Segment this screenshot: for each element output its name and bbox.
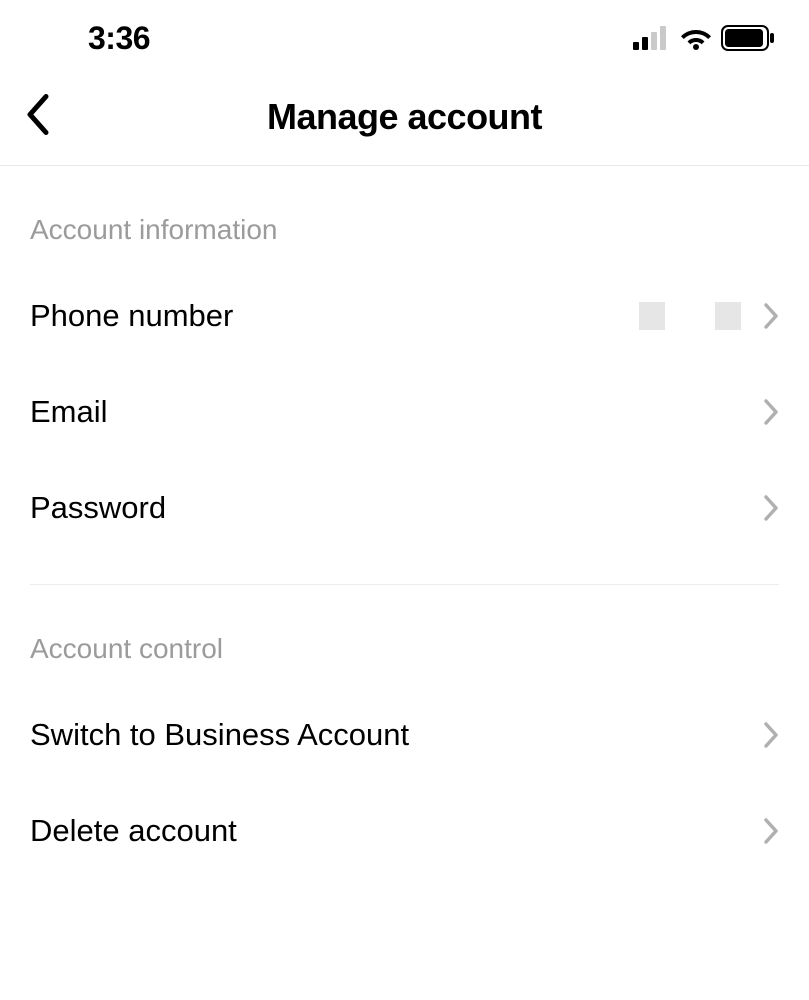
row-right (639, 302, 779, 330)
row-switch-business-account[interactable]: Switch to Business Account (30, 687, 779, 783)
row-label-password: Password (30, 490, 166, 526)
cellular-signal-icon (633, 26, 671, 50)
redact-block (715, 302, 741, 330)
row-right (763, 817, 779, 845)
chevron-left-icon (24, 92, 54, 136)
row-delete-account[interactable]: Delete account (30, 783, 779, 879)
row-right (763, 398, 779, 426)
chevron-right-icon (763, 494, 779, 522)
back-button[interactable] (24, 92, 54, 141)
row-label-delete-account: Delete account (30, 813, 237, 849)
page-title: Manage account (267, 96, 542, 138)
row-label-switch-business: Switch to Business Account (30, 717, 409, 753)
section-account-information: Account information Phone number Email P… (0, 166, 809, 585)
redacted-value (639, 302, 741, 330)
redact-block (639, 302, 665, 330)
row-right (763, 494, 779, 522)
status-icons (633, 25, 775, 51)
wifi-icon (679, 26, 713, 50)
row-email[interactable]: Email (30, 364, 779, 460)
row-password[interactable]: Password (30, 460, 779, 556)
chevron-right-icon (763, 817, 779, 845)
nav-header: Manage account (0, 68, 809, 166)
chevron-right-icon (763, 721, 779, 749)
row-label-email: Email (30, 394, 108, 430)
section-header-account-information: Account information (30, 166, 779, 268)
section-account-control: Account control Switch to Business Accou… (0, 585, 809, 879)
section-header-account-control: Account control (30, 585, 779, 687)
row-phone-number[interactable]: Phone number (30, 268, 779, 364)
chevron-right-icon (763, 302, 779, 330)
row-right (763, 721, 779, 749)
status-bar: 3:36 (0, 0, 809, 68)
status-time: 3:36 (88, 20, 150, 57)
battery-icon (721, 25, 775, 51)
row-label-phone-number: Phone number (30, 298, 233, 334)
chevron-right-icon (763, 398, 779, 426)
